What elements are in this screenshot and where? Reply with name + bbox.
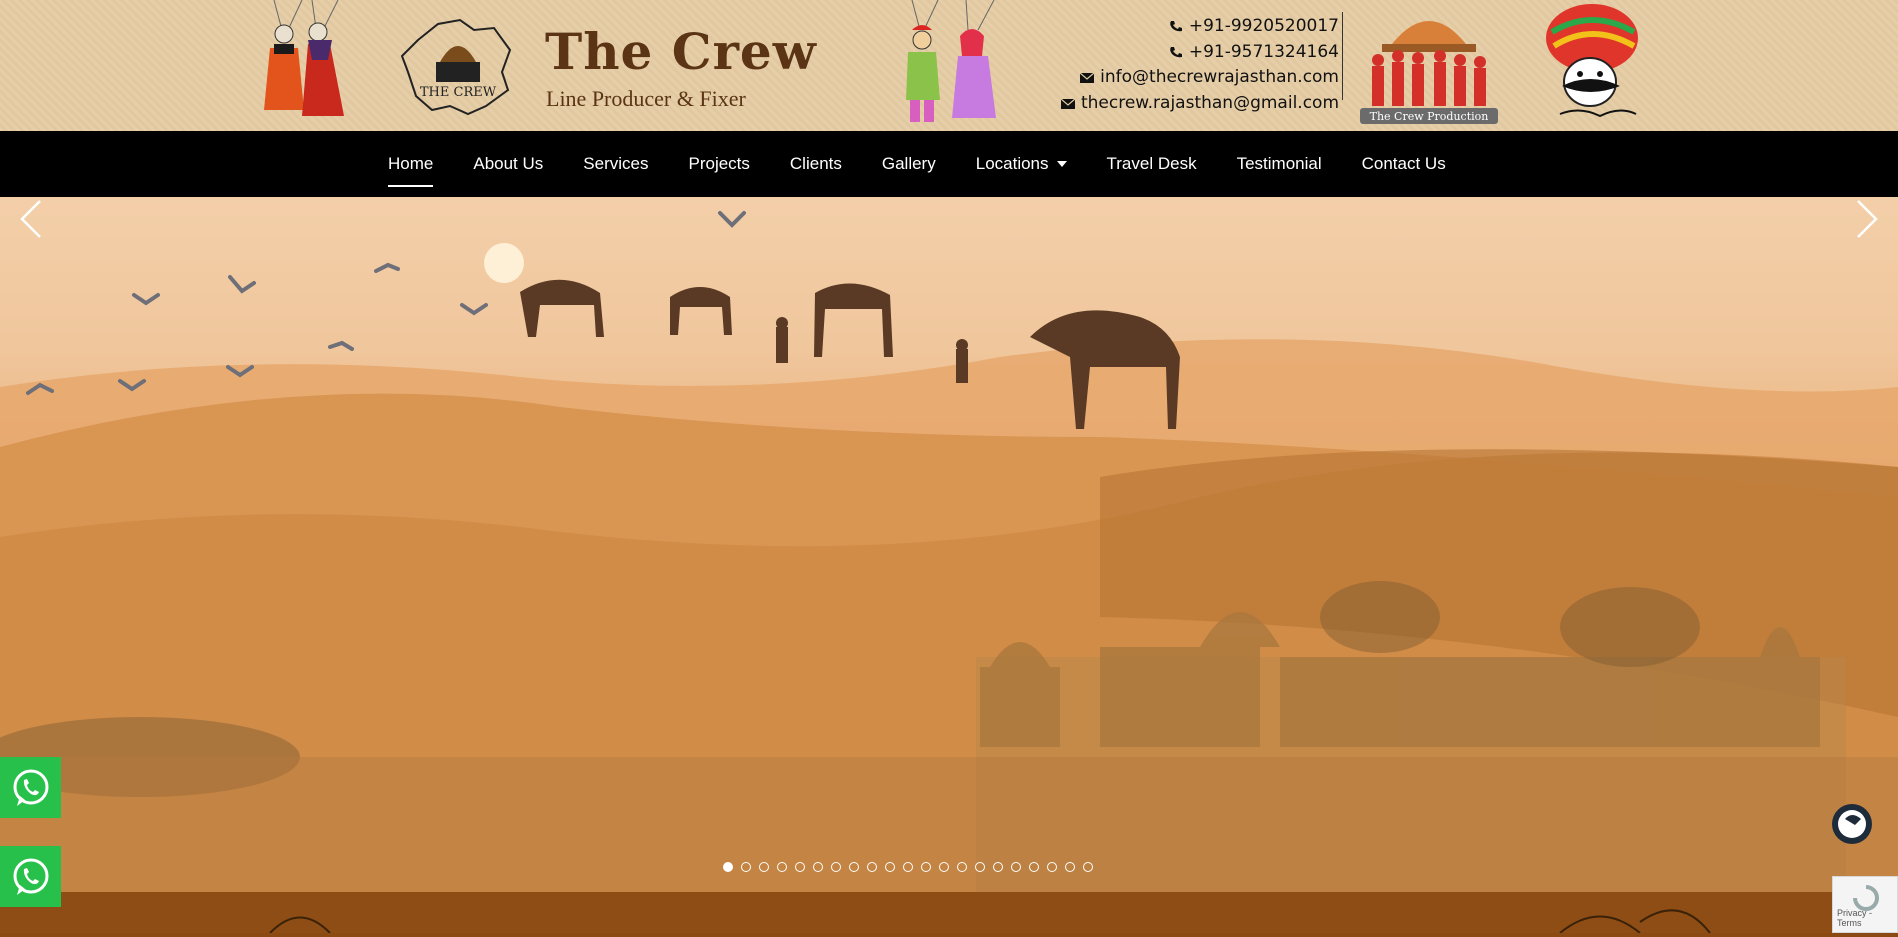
phone-number-1[interactable]: +91-9920520017 <box>1189 14 1339 40</box>
nav-item-label: Travel Desk <box>1106 154 1197 173</box>
slider-dot[interactable] <box>759 862 769 872</box>
phone-number-2[interactable]: +91-9571324164 <box>1189 40 1339 66</box>
slider-dot[interactable] <box>957 862 967 872</box>
contact-block: +91-9920520017 +91-9571324164 info@thecr… <box>1060 14 1339 117</box>
header-divider <box>1342 12 1343 100</box>
recaptcha-badge[interactable]: Privacy - Terms <box>1832 876 1898 933</box>
slider-dot[interactable] <box>831 862 841 872</box>
brand-logo-text: THE CREW <box>420 85 497 100</box>
production-logo[interactable]: The Crew Production <box>1352 4 1506 126</box>
nav-item-label: Contact Us <box>1361 154 1446 173</box>
whatsapp-button[interactable] <box>0 846 61 907</box>
caret-down-icon <box>1056 161 1067 167</box>
nav-item-label: Testimonial <box>1236 154 1322 173</box>
brand-title[interactable]: The Crew <box>545 22 817 81</box>
nav-item-home[interactable]: Home <box>388 131 434 197</box>
slider-dot[interactable] <box>723 862 733 872</box>
decorative-pattern <box>269 909 1711 934</box>
mail-icon <box>1060 98 1075 109</box>
nav-item-label: Clients <box>789 154 842 173</box>
nav-item-locations[interactable]: Locations <box>976 131 1067 197</box>
hero-slider[interactable] <box>0 197 1898 892</box>
slider-dot[interactable] <box>741 862 751 872</box>
slider-pagination <box>723 862 1093 872</box>
slider-dot[interactable] <box>795 862 805 872</box>
slider-dot[interactable] <box>1029 862 1039 872</box>
nav-item-label: Services <box>583 154 649 173</box>
slider-dot[interactable] <box>975 862 985 872</box>
email-row-1[interactable]: info@thecrewrajasthan.com <box>1061 65 1339 91</box>
section-divider-strip <box>0 892 1898 934</box>
nav-item-label: About Us <box>473 154 544 173</box>
slider-dot[interactable] <box>1011 862 1021 872</box>
nav-item-travel-desk[interactable]: Travel Desk <box>1107 131 1197 197</box>
email-address-2[interactable]: thecrew.rajasthan@gmail.com <box>1081 91 1339 117</box>
nav-menu: Home About Us Services Projects Clients … <box>388 131 1486 197</box>
mail-icon <box>1080 72 1095 84</box>
slider-dot[interactable] <box>1083 862 1093 872</box>
phone-icon <box>1170 21 1182 32</box>
chat-button[interactable] <box>1832 804 1872 844</box>
phone-row-2[interactable]: +91-9571324164 <box>1061 40 1339 66</box>
slider-dot[interactable] <box>813 862 823 872</box>
nav-item-label: Projects <box>688 154 750 173</box>
whatsapp-button[interactable] <box>0 757 61 818</box>
email-address-1[interactable]: info@thecrewrajasthan.com <box>1100 65 1339 91</box>
nav-item-contact-us[interactable]: Contact Us <box>1362 131 1446 197</box>
whatsapp-icon <box>13 858 48 895</box>
slider-dot[interactable] <box>867 862 877 872</box>
whatsapp-icon <box>13 769 48 806</box>
chat-icon <box>1838 810 1866 838</box>
puppet-illustration-center <box>906 0 996 122</box>
chevron-right-icon[interactable] <box>1852 197 1882 241</box>
brand-subtitle: Line Producer & Fixer <box>546 86 746 111</box>
slider-dot[interactable] <box>1065 862 1075 872</box>
brand-logo[interactable]: THE CREW <box>398 10 518 120</box>
recaptcha-text[interactable]: Privacy - Terms <box>1837 908 1897 928</box>
chevron-left-icon[interactable] <box>16 197 46 241</box>
slider-dot[interactable] <box>903 862 913 872</box>
nav-item-label: Gallery <box>881 154 936 173</box>
nav-item-projects[interactable]: Projects <box>688 131 749 197</box>
slider-dot[interactable] <box>921 862 931 872</box>
main-nav: Home About Us Services Projects Clients … <box>0 131 1898 197</box>
slider-dot[interactable] <box>1047 862 1057 872</box>
nav-item-clients[interactable]: Clients <box>790 131 842 197</box>
slider-dot[interactable] <box>993 862 1003 872</box>
slider-dot[interactable] <box>777 862 787 872</box>
nav-item-label: Locations <box>975 154 1049 173</box>
nav-item-label: Home <box>388 154 434 173</box>
nav-item-services[interactable]: Services <box>583 131 648 197</box>
puppet-illustration-left <box>264 0 344 116</box>
nav-item-about-us[interactable]: About Us <box>473 131 543 197</box>
mascot-illustration <box>1546 4 1638 118</box>
email-row-2[interactable]: thecrew.rajasthan@gmail.com <box>1060 91 1339 117</box>
hero-slide-image <box>0 211 1898 892</box>
site-header: THE CREW The Crew Line Producer & Fixer … <box>0 0 1898 131</box>
phone-icon <box>1170 46 1182 57</box>
slider-dot[interactable] <box>849 862 859 872</box>
nav-item-gallery[interactable]: Gallery <box>882 131 936 197</box>
phone-row-1[interactable]: +91-9920520017 <box>1061 14 1339 40</box>
slider-dot[interactable] <box>939 862 949 872</box>
production-logo-text: The Crew Production <box>1370 110 1489 123</box>
nav-item-testimonial[interactable]: Testimonial <box>1237 131 1322 197</box>
slider-dot[interactable] <box>885 862 895 872</box>
